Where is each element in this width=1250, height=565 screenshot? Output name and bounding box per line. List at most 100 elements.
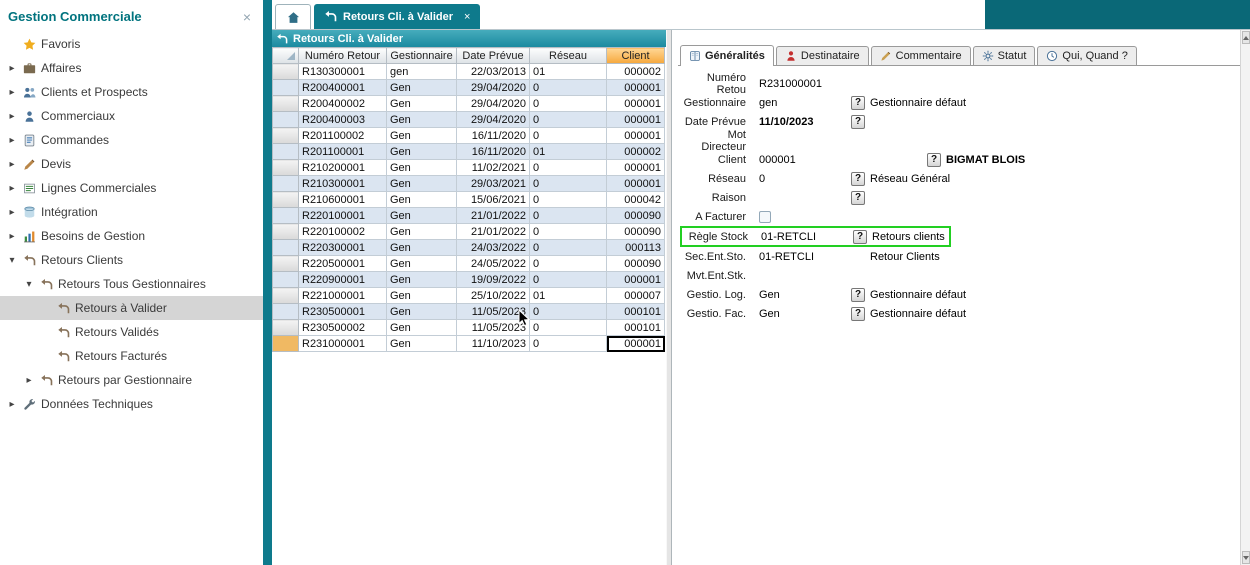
sidebar-item-clients-et-prospects[interactable]: Clients et Prospects (0, 80, 263, 104)
grid-cell[interactable]: 0 (530, 160, 607, 176)
grid-cell[interactable]: 11/05/2023 (457, 320, 530, 336)
row-selector[interactable] (273, 144, 299, 160)
grid-cell[interactable]: R200400002 (299, 96, 387, 112)
chevron-right-icon[interactable] (6, 183, 18, 194)
grid-cell[interactable]: Gen (387, 240, 457, 256)
sidebar-item-retours-a-valider[interactable]: Retours à Valider (0, 296, 263, 320)
grid-cell[interactable]: 01 (530, 64, 607, 80)
sidebar-item-commandes[interactable]: Commandes (0, 128, 263, 152)
grid-column-header-gestionnaire[interactable]: Gestionnaire (387, 48, 457, 64)
field-value[interactable]: gen (759, 97, 851, 109)
chevron-right-icon[interactable] (6, 63, 18, 74)
grid-selector-header[interactable] (273, 48, 299, 64)
grid-cell[interactable]: 29/03/2021 (457, 176, 530, 192)
grid-column-header-client[interactable]: Client (607, 48, 665, 64)
grid-cell[interactable]: 000101 (607, 304, 665, 320)
grid-cell[interactable]: 24/05/2022 (457, 256, 530, 272)
row-selector[interactable] (273, 128, 299, 144)
sidebar-item-devis[interactable]: Devis (0, 152, 263, 176)
chevron-right-icon[interactable] (6, 231, 18, 242)
tab-close-icon[interactable]: × (464, 11, 470, 23)
grid-cell[interactable]: Gen (387, 80, 457, 96)
chevron-right-icon[interactable] (6, 87, 18, 98)
grid-cell[interactable]: 15/06/2021 (457, 192, 530, 208)
grid-cell[interactable]: Gen (387, 192, 457, 208)
grid-cell[interactable]: R130300001 (299, 64, 387, 80)
field-value[interactable]: R231000001 (759, 78, 851, 90)
table-row[interactable]: R130300001gen22/03/201301000002 (273, 64, 665, 80)
grid-cell[interactable]: Gen (387, 320, 457, 336)
table-row[interactable]: R200400003Gen29/04/20200000001 (273, 112, 665, 128)
grid-cell[interactable]: 000002 (607, 144, 665, 160)
grid-cell[interactable]: R200400001 (299, 80, 387, 96)
grid-cell[interactable]: 01 (530, 144, 607, 160)
grid-cell[interactable]: 01 (530, 288, 607, 304)
grid-cell[interactable]: R201100002 (299, 128, 387, 144)
table-row[interactable]: R200400002Gen29/04/20200000001 (273, 96, 665, 112)
table-row[interactable]: R210600001Gen15/06/20210000042 (273, 192, 665, 208)
field-value[interactable]: 11/10/2023 (759, 116, 851, 128)
grid-cell[interactable]: R220100002 (299, 224, 387, 240)
grid-cell[interactable]: 0 (530, 272, 607, 288)
chevron-right-icon[interactable] (6, 135, 18, 146)
row-selector[interactable] (273, 336, 299, 352)
grid-cell[interactable]: Gen (387, 224, 457, 240)
table-row[interactable]: R221000001Gen25/10/202201000007 (273, 288, 665, 304)
table-row[interactable]: R220100002Gen21/01/20220000090 (273, 224, 665, 240)
row-selector[interactable] (273, 288, 299, 304)
grid-cell[interactable]: 000101 (607, 320, 665, 336)
grid-cell[interactable]: 000001 (607, 112, 665, 128)
table-row[interactable]: R220900001Gen19/09/20220000001 (273, 272, 665, 288)
chevron-down-icon[interactable] (6, 255, 18, 266)
row-selector[interactable] (273, 224, 299, 240)
grid-cell[interactable]: 0 (530, 208, 607, 224)
grid-cell[interactable]: 0 (530, 320, 607, 336)
help-button[interactable]: ? (851, 96, 865, 110)
grid-cell[interactable]: 24/03/2022 (457, 240, 530, 256)
sidebar-item-integration[interactable]: Intégration (0, 200, 263, 224)
grid-cell[interactable]: gen (387, 64, 457, 80)
sidebar-item-retours-par-gestionnaire[interactable]: Retours par Gestionnaire (0, 368, 263, 392)
help-button[interactable]: ? (853, 230, 867, 244)
tab-commentaire[interactable]: Commentaire (871, 46, 971, 65)
field-value[interactable]: 01-RETCLI (759, 251, 851, 263)
scroll-down-button[interactable] (1242, 551, 1250, 564)
row-selector[interactable] (273, 272, 299, 288)
sidebar-item-retours-clients[interactable]: Retours Clients (0, 248, 263, 272)
grid-cell[interactable]: 11/02/2021 (457, 160, 530, 176)
tab-generalites[interactable]: Généralités (680, 45, 774, 66)
grid-cell[interactable]: Gen (387, 128, 457, 144)
grid-cell[interactable]: Gen (387, 288, 457, 304)
row-selector[interactable] (273, 80, 299, 96)
grid-cell[interactable]: Gen (387, 304, 457, 320)
field-value[interactable]: Gen (759, 289, 851, 301)
table-row[interactable]: R220100001Gen21/01/20220000090 (273, 208, 665, 224)
grid-cell[interactable]: 000007 (607, 288, 665, 304)
row-selector[interactable] (273, 160, 299, 176)
help-button[interactable]: ? (851, 191, 865, 205)
table-row[interactable]: R220300001Gen24/03/20220000113 (273, 240, 665, 256)
grid-cell[interactable]: 000002 (607, 64, 665, 80)
grid-cell[interactable]: 25/10/2022 (457, 288, 530, 304)
chevron-right-icon[interactable] (23, 375, 35, 386)
chevron-down-icon[interactable] (23, 279, 35, 290)
grid-cell[interactable]: 11/10/2023 (457, 336, 530, 352)
help-button[interactable]: ? (927, 153, 941, 167)
row-selector[interactable] (273, 240, 299, 256)
table-row[interactable]: R210200001Gen11/02/20210000001 (273, 160, 665, 176)
field-value[interactable]: 000001 (759, 154, 927, 166)
grid-cell[interactable]: 000113 (607, 240, 665, 256)
sidebar-item-favoris[interactable]: Favoris (0, 32, 263, 56)
help-button[interactable]: ? (851, 288, 865, 302)
row-selector[interactable] (273, 208, 299, 224)
grid-cell[interactable]: 0 (530, 112, 607, 128)
scroll-up-button[interactable] (1242, 31, 1250, 44)
grid-cell[interactable]: 000001 (607, 80, 665, 96)
tab-home[interactable] (275, 4, 311, 29)
sidebar-item-retours-tous-gestionnaires[interactable]: Retours Tous Gestionnaires (0, 272, 263, 296)
grid-cell[interactable]: 0 (530, 96, 607, 112)
grid-cell[interactable]: R201100001 (299, 144, 387, 160)
grid-cell[interactable]: R210200001 (299, 160, 387, 176)
grid-cell[interactable]: R231000001 (299, 336, 387, 352)
grid-cell[interactable]: R220500001 (299, 256, 387, 272)
